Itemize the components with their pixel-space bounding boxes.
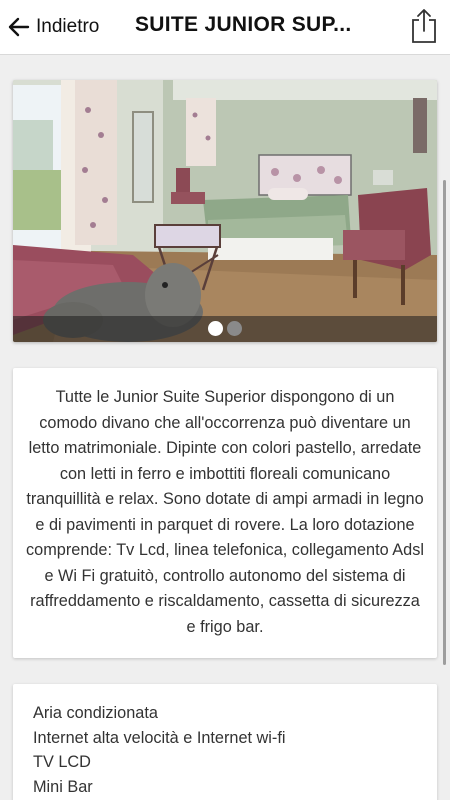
amenity-item: Mini Bar — [33, 777, 93, 796]
scrollbar[interactable] — [443, 180, 446, 665]
share-icon[interactable] — [410, 8, 438, 44]
back-button[interactable]: Indietro — [6, 9, 99, 45]
suite-bedroom-photo — [13, 80, 437, 342]
carousel-dot-1[interactable] — [208, 321, 223, 336]
photo-carousel[interactable] — [13, 80, 437, 342]
carousel-indicator — [13, 316, 437, 342]
description-text: Tutte le Junior Suite Superior dispongon… — [26, 388, 424, 636]
amenity-item: Internet alta velocità e Internet wi-fi — [33, 728, 286, 747]
arrow-left-icon — [8, 17, 30, 37]
page-content[interactable]: Tutte le Junior Suite Superior dispongon… — [0, 55, 450, 800]
amenities-card: Aria condizionata Internet alta velocità… — [13, 684, 437, 800]
page-title: SUITE JUNIOR SUP... — [135, 13, 352, 36]
amenity-item: TV LCD — [33, 753, 91, 771]
app-header: Indietro SUITE JUNIOR SUP... — [0, 0, 450, 55]
carousel-dot-2[interactable] — [227, 321, 242, 336]
amenity-item: Aria condizionata — [33, 704, 158, 722]
description-card: Tutte le Junior Suite Superior dispongon… — [13, 368, 437, 658]
back-label: Indietro — [36, 16, 100, 37]
